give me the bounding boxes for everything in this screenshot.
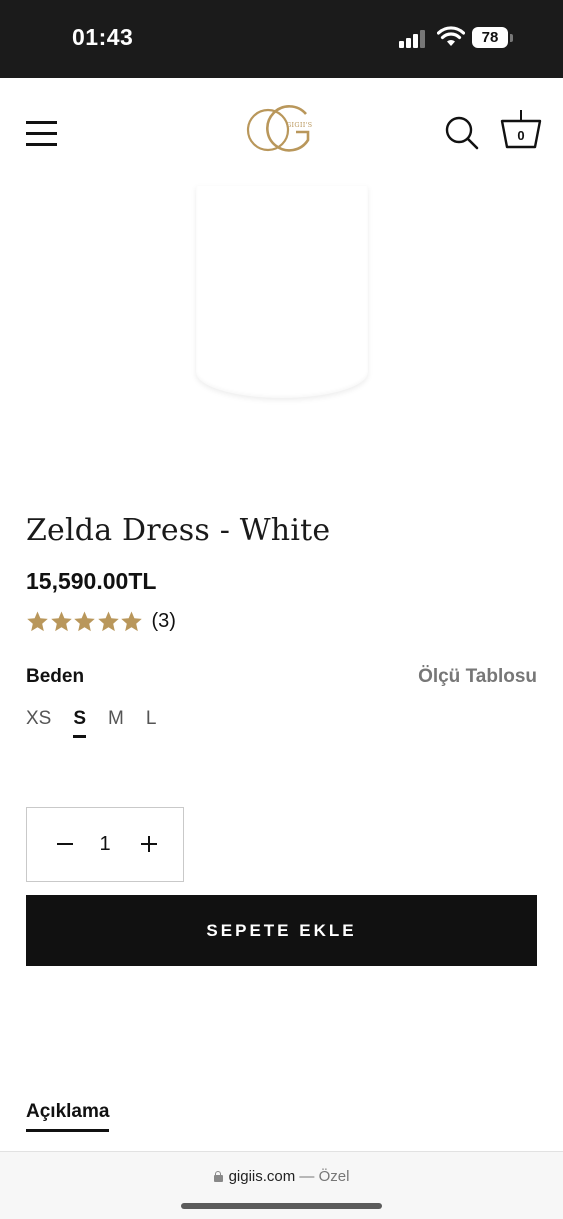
star-icon [27, 610, 48, 631]
minus-icon[interactable] [55, 834, 75, 854]
size-chart-link[interactable]: Ölçü Tablosu [418, 666, 537, 688]
quantity-input[interactable]: 1 [91, 833, 119, 856]
star-icon [97, 610, 119, 631]
add-to-cart-button[interactable]: SEPETE EKLE [26, 895, 537, 966]
product-rating[interactable]: (3) [26, 608, 176, 634]
svg-text:GIGII'S: GIGII'S [286, 121, 312, 129]
wifi-icon [437, 26, 465, 46]
home-indicator[interactable] [181, 1203, 382, 1209]
basket-icon[interactable]: 0 [499, 108, 543, 152]
star-icon [121, 610, 142, 631]
cart-count: 0 [517, 128, 525, 143]
brand-logo[interactable]: GIGII'S [246, 100, 318, 160]
size-option-m[interactable]: M [108, 708, 124, 736]
size-option-s[interactable]: S [73, 708, 86, 738]
private-mode-label: — Özel [299, 1168, 350, 1185]
battery-level: 78 [481, 29, 499, 46]
battery-icon: 78 [472, 27, 508, 48]
plus-icon[interactable] [139, 834, 159, 854]
product-title: Zelda Dress - White [26, 513, 331, 548]
product-price: 15,590.00TL [26, 568, 157, 594]
product-image[interactable] [196, 186, 368, 398]
search-icon[interactable] [444, 115, 480, 151]
status-bar: 01:43 78 [0, 0, 563, 78]
address-bar[interactable]: gigiis.com — Özel [0, 1168, 563, 1185]
battery-tip [510, 34, 513, 42]
lock-icon [213, 1171, 223, 1182]
size-option-xs[interactable]: XS [26, 708, 51, 736]
status-time: 01:43 [72, 24, 134, 50]
star-icon [50, 610, 72, 631]
star-icon [74, 610, 95, 631]
signal-icon [399, 28, 429, 48]
url-domain: gigiis.com [228, 1168, 296, 1185]
hamburger-menu-icon[interactable] [26, 121, 57, 146]
review-count: (3) [151, 609, 176, 632]
size-option-l[interactable]: L [146, 708, 157, 736]
quantity-stepper: 1 [26, 807, 184, 882]
size-options: XS S M L [26, 708, 178, 738]
site-header: GIGII'S 0 [0, 78, 563, 186]
browser-bar: gigiis.com — Özel [0, 1151, 563, 1219]
tab-description[interactable]: Açıklama [26, 1101, 110, 1132]
size-label: Beden [26, 666, 85, 687]
